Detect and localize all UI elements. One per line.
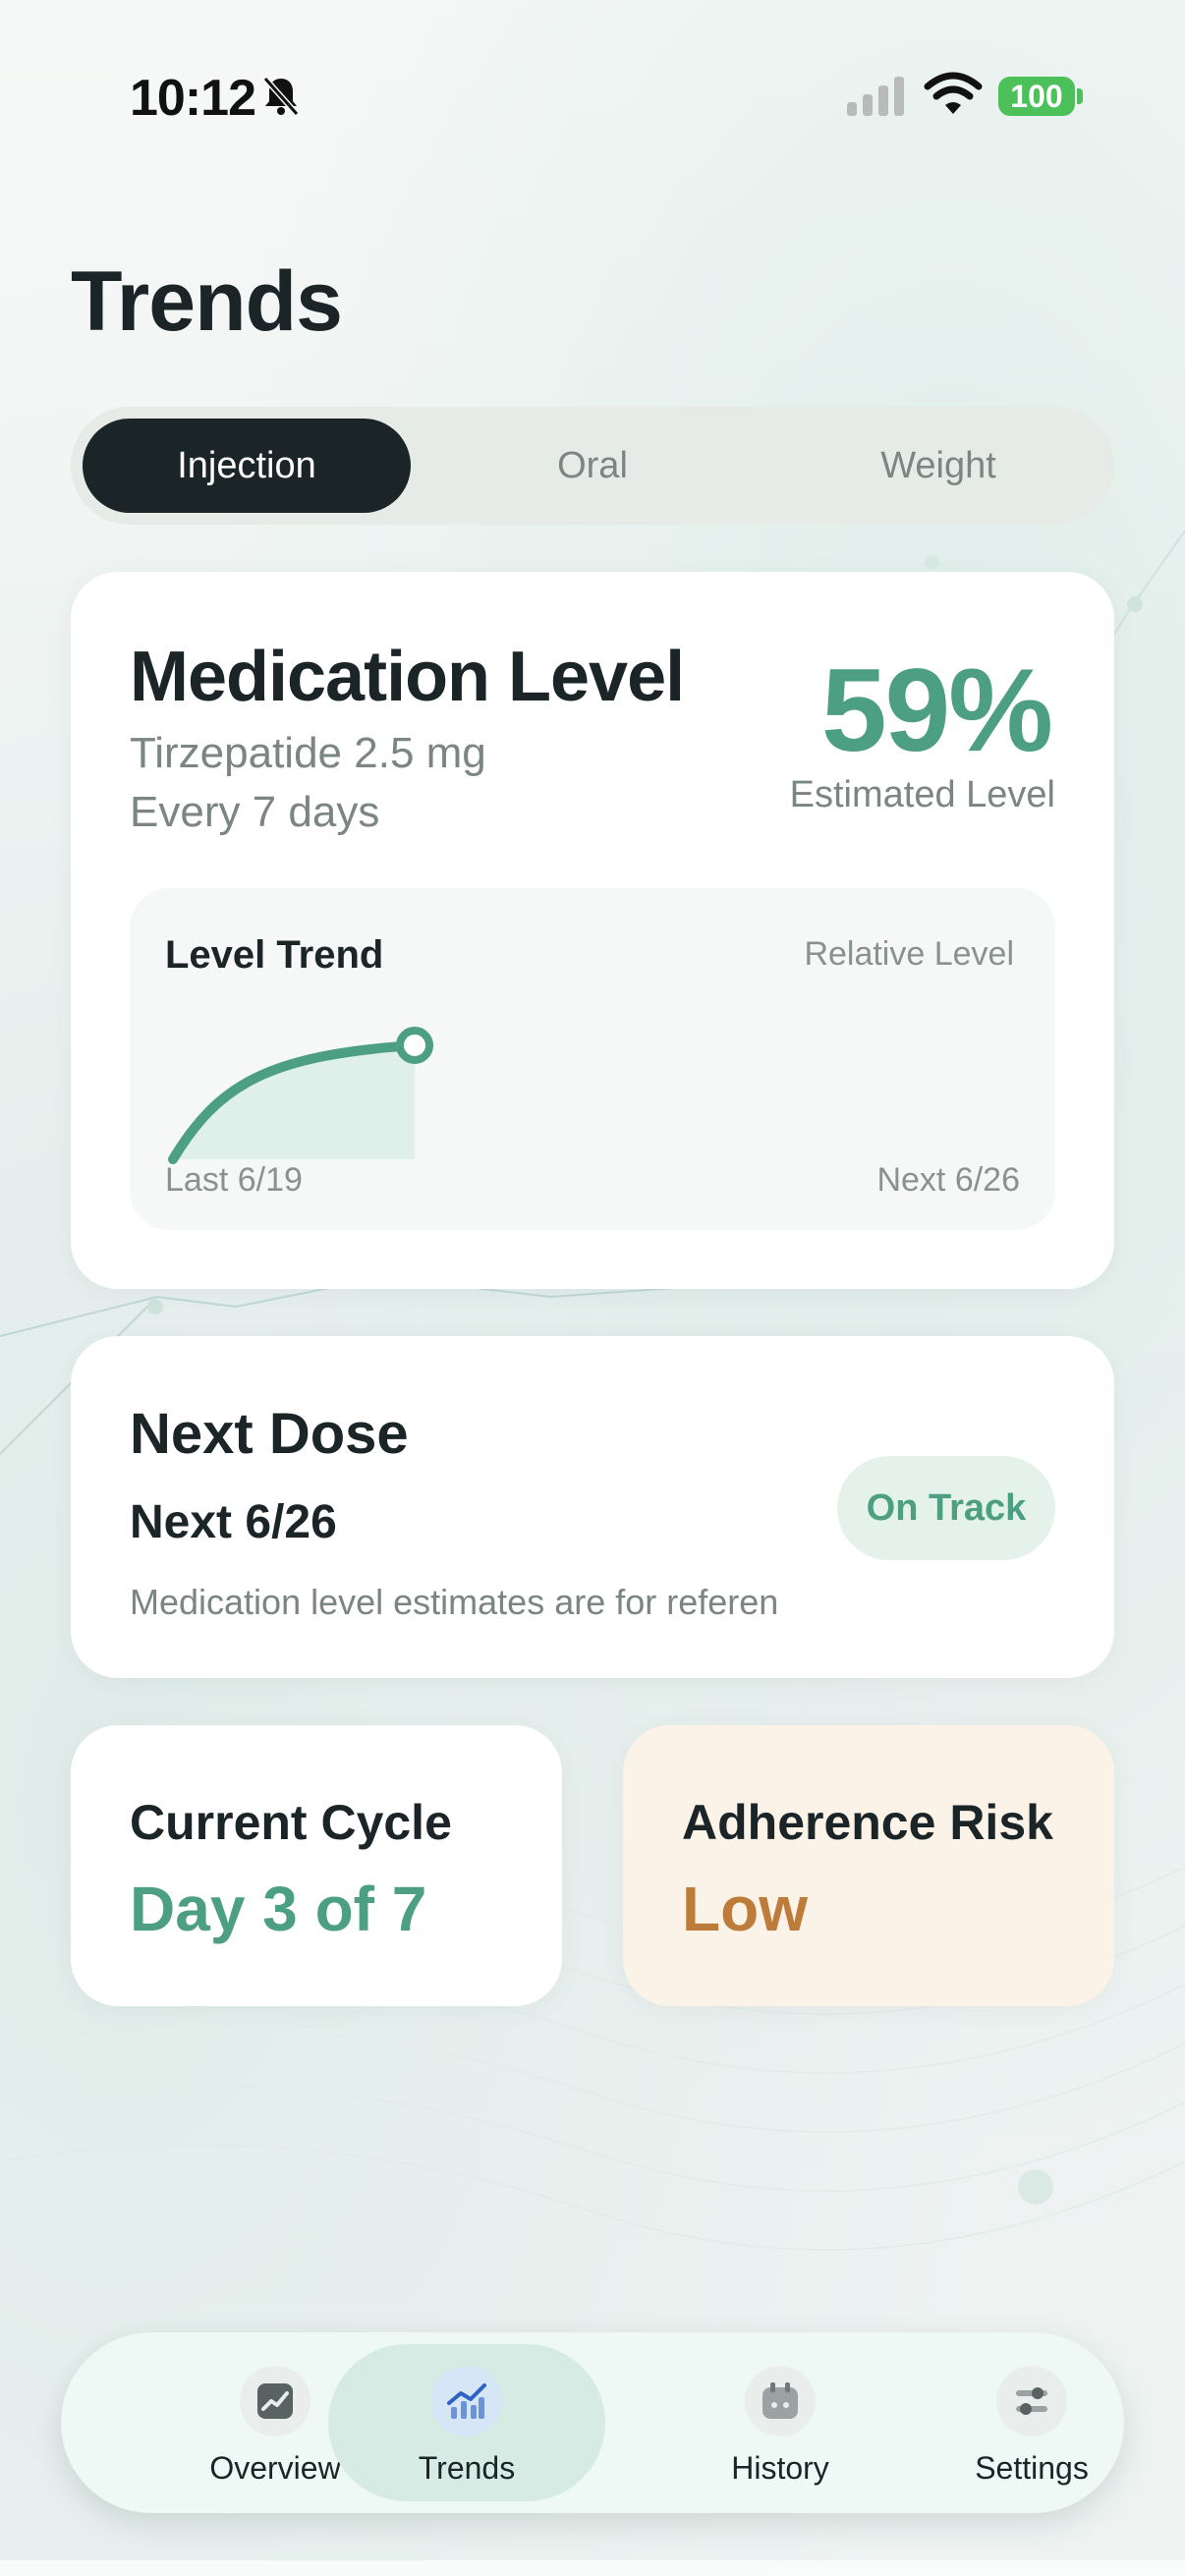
- trend-end-label: Next 6/26: [876, 1161, 1020, 1199]
- tab-settings-label: Settings: [975, 2450, 1089, 2486]
- bell-slash-icon: [262, 77, 300, 116]
- status-badge: On Track: [837, 1456, 1055, 1560]
- current-cycle-label: Current Cycle: [130, 1795, 452, 1850]
- chart-card-icon: [240, 2366, 310, 2436]
- trend-chart-icon: [431, 2366, 502, 2436]
- adherence-risk-value: Low: [682, 1874, 808, 1944]
- wifi-icon: [924, 72, 983, 114]
- tab-history-label: History: [731, 2450, 829, 2486]
- current-cycle-value: Day 3 of 7: [130, 1874, 427, 1944]
- current-cycle-card: Current Cycle Day 3 of 7: [71, 1725, 562, 2006]
- estimated-level-percent: 59%: [820, 644, 1053, 776]
- next-dose-date: Next 6/26: [130, 1496, 337, 1548]
- tab-trends-label: Trends: [418, 2450, 516, 2486]
- estimated-level-label: Estimated Level: [789, 774, 1055, 815]
- adherence-risk-label: Adherence Risk: [682, 1795, 1053, 1850]
- cellular-signal-icon: [847, 77, 904, 116]
- status-bar: 10:12 100: [0, 0, 1185, 196]
- calendar-icon: [745, 2366, 816, 2436]
- trend-start-label: Last 6/19: [165, 1161, 303, 1199]
- sliders-icon: [996, 2366, 1067, 2436]
- trend-current-point: [396, 1027, 433, 1064]
- page-title: Trends: [71, 254, 343, 349]
- level-trend-panel: Level Trend Relative Level Last 6/19 Nex…: [130, 888, 1055, 1230]
- segmented-control: Injection Oral Weight: [71, 407, 1114, 525]
- tab-trends[interactable]: Trends: [328, 2344, 605, 2501]
- battery-tip: [1077, 88, 1083, 104]
- segment-oral[interactable]: Oral: [428, 419, 757, 513]
- tab-settings[interactable]: Settings: [904, 2332, 1159, 2513]
- tab-history[interactable]: History: [652, 2332, 908, 2513]
- medication-level-title: Medication Level: [130, 638, 685, 716]
- segment-weight[interactable]: Weight: [774, 419, 1102, 513]
- medication-frequency: Every 7 days: [130, 788, 380, 836]
- next-dose-title: Next Dose: [130, 1402, 409, 1466]
- medication-level-card: Medication Level Tirzepatide 2.5 mg Ever…: [71, 572, 1114, 1289]
- next-dose-disclaimer: Medication level estimates are for refer…: [130, 1582, 779, 1622]
- medication-drug: Tirzepatide 2.5 mg: [130, 729, 486, 777]
- status-time: 10:12: [130, 70, 256, 127]
- bottom-tab-bar: Overview Trends History Settings: [61, 2332, 1124, 2513]
- adherence-risk-card: Adherence Risk Low: [623, 1725, 1114, 2006]
- segment-injection[interactable]: Injection: [83, 419, 411, 513]
- battery-icon: 100: [998, 77, 1075, 116]
- home-indicator-strip: [0, 2560, 1185, 2576]
- next-dose-card: Next Dose Next 6/26 Medication level est…: [71, 1336, 1114, 1678]
